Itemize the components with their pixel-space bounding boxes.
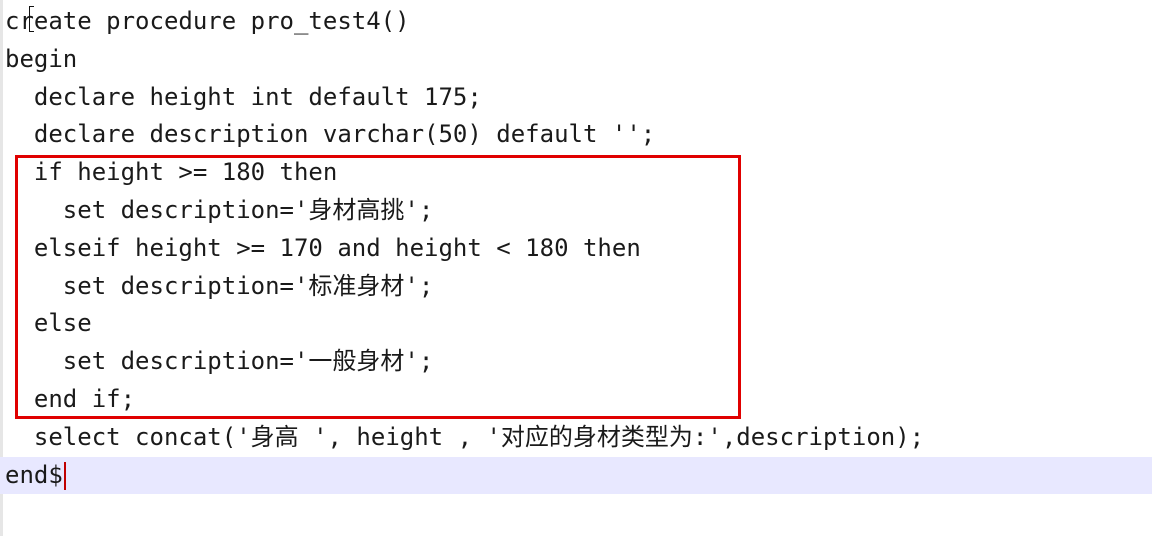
code-line-7[interactable]: elseif height >= 170 and height < 180 th… bbox=[5, 230, 1152, 268]
code-line-4[interactable]: declare description varchar(50) default … bbox=[5, 116, 1152, 154]
code-area[interactable]: create procedure pro_test4() begin decla… bbox=[0, 3, 1152, 495]
code-line-1[interactable]: create procedure pro_test4() bbox=[5, 3, 1152, 41]
text-caret bbox=[63, 461, 66, 490]
code-line-9[interactable]: else bbox=[5, 305, 1152, 343]
code-line-6[interactable]: set description='身材高挑'; bbox=[5, 192, 1152, 230]
code-line-13-text: end$ bbox=[5, 460, 63, 489]
code-line-3-text: declare height int default 175; bbox=[5, 82, 482, 111]
code-line-8[interactable]: set description='标准身材'; bbox=[5, 268, 1152, 306]
code-line-10[interactable]: set description='一般身材'; bbox=[5, 343, 1152, 381]
code-line-2[interactable]: begin bbox=[5, 41, 1152, 79]
code-line-11[interactable]: end if; bbox=[5, 381, 1152, 419]
code-line-12[interactable]: select concat('身高 ', height , '对应的身材类型为:… bbox=[5, 419, 1152, 457]
code-editor[interactable]: create procedure pro_test4() begin decla… bbox=[0, 0, 1152, 536]
code-line-3[interactable]: declare height int default 175; bbox=[5, 79, 1152, 117]
code-line-13-current[interactable]: end$ bbox=[0, 456, 1152, 495]
code-line-5[interactable]: if height >= 180 then bbox=[5, 154, 1152, 192]
ibeam-cursor-icon bbox=[29, 6, 34, 32]
